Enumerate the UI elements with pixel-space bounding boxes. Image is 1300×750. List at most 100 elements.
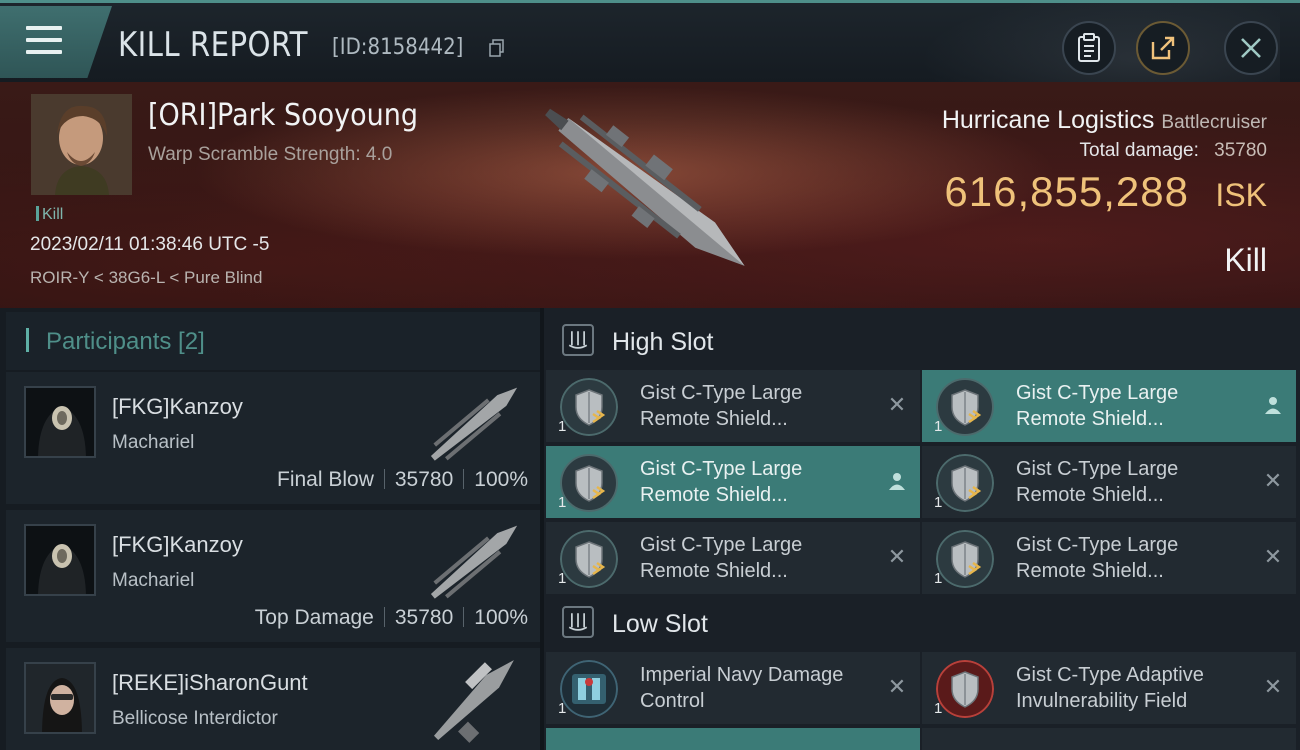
top-bar: KILL REPORT [ID:8158442] xyxy=(0,0,1300,113)
module-name: Imperial Navy Damage Control xyxy=(640,664,844,712)
module-tile[interactable]: 1 Gist C-Type Large Remote Shield... ✕ xyxy=(922,446,1296,518)
isk-amount: 616,855,288 xyxy=(944,168,1189,215)
participant-avatar xyxy=(24,524,96,596)
participant-row[interactable]: [FKG]Kanzoy Machariel Top Damage 35780 100… xyxy=(6,510,540,642)
hamburger-menu-icon xyxy=(26,26,62,56)
share-button[interactable] xyxy=(1136,21,1190,75)
clipboard-icon xyxy=(1078,33,1100,62)
victim-ship-name[interactable]: Hurricane Logistics Battlecruiser xyxy=(942,106,1267,135)
destroyed-x-icon: ✕ xyxy=(1263,544,1283,569)
participants-header: Participants [2] xyxy=(6,312,540,370)
module-tile[interactable]: 1 Gist C-Type Large Remote Shield... ✕ xyxy=(546,370,920,442)
module-name: Gist C-Type Large Remote Shield... xyxy=(1016,534,1179,582)
participants-panel: Participants [2] [FKG]Kanzoy Machariel F… xyxy=(0,308,540,750)
module-icon xyxy=(560,530,618,588)
total-damage: Total damage: 35780 xyxy=(1080,140,1267,162)
helmet-portrait-image xyxy=(26,526,94,594)
participant-ship-image xyxy=(433,660,514,743)
pilot-portrait-image xyxy=(31,94,132,195)
module-tile[interactable]: 1 Gist C-Type Large Remote Shield... xyxy=(546,446,920,518)
menu-button[interactable] xyxy=(0,6,112,78)
victim-portrait[interactable] xyxy=(31,94,132,195)
module-quantity: 1 xyxy=(558,570,567,587)
participant-ship-image xyxy=(430,387,518,461)
kill-banner: [ORI]Park Sooyoung Warp Scramble Strengt… xyxy=(0,82,1300,308)
module-tile[interactable] xyxy=(546,728,920,750)
destroyed-x-icon: ✕ xyxy=(887,392,907,417)
module-icon xyxy=(936,530,994,588)
participant-percent: 100% xyxy=(474,606,528,629)
low-slot-icon xyxy=(562,606,594,638)
victim-ship-class: Battlecruiser xyxy=(1161,112,1267,133)
isk-value: 616,855,288 ISK xyxy=(944,168,1267,216)
module-icon xyxy=(560,660,618,718)
participant-avatar: ★ xyxy=(24,662,96,734)
participant-percent: 100% xyxy=(474,468,528,491)
victim-ship-image xyxy=(545,108,745,266)
participant-damage: 35780 xyxy=(394,468,454,491)
module-icon xyxy=(560,454,618,512)
destroyed-x-icon: ✕ xyxy=(1263,674,1283,699)
module-tile[interactable]: 1 Gist C-Type Large Remote Shield... ✕ xyxy=(922,522,1296,594)
module-tile[interactable]: 1 Gist C-Type Large Remote Shield... xyxy=(922,370,1296,442)
dropped-person-icon xyxy=(886,470,908,492)
participant-avatar xyxy=(24,386,96,458)
star-icon: ★ xyxy=(94,732,96,734)
header-accent xyxy=(26,328,29,352)
clipboard-button[interactable] xyxy=(1062,21,1116,75)
module-icon xyxy=(560,378,618,436)
kill-location[interactable]: ROIR-Y < 38G6-L < Pure Blind xyxy=(30,268,262,288)
helmet-portrait-image xyxy=(26,388,94,456)
module-name: Gist C-Type Large Remote Shield... xyxy=(640,382,803,430)
participant-stats: Final Blow 35780 100% xyxy=(277,468,528,492)
module-quantity: 1 xyxy=(558,494,567,511)
participant-row[interactable]: [FKG]Kanzoy Machariel Final Blow 35780 100… xyxy=(6,372,540,504)
total-damage-label: Total damage: xyxy=(1079,140,1199,161)
fitting-panel: High Slot 1 Gist C-Type Large Remote Shie… xyxy=(544,308,1300,750)
participants-title: Participants [2] xyxy=(46,328,205,355)
module-quantity: 1 xyxy=(934,570,943,587)
participant-role: Final Blow xyxy=(277,468,374,491)
high-slot-title: High Slot xyxy=(612,328,714,356)
module-icon xyxy=(936,454,994,512)
divider xyxy=(463,469,465,489)
participant-stats: Top Damage 35780 100% xyxy=(255,606,528,630)
module-quantity: 1 xyxy=(558,418,567,435)
victim-ship-label: Hurricane Logistics xyxy=(941,106,1155,134)
participant-name: [FKG]Kanzoy xyxy=(112,394,243,419)
participant-name: [REKE]iSharonGunt xyxy=(112,670,308,695)
module-quantity: 1 xyxy=(934,700,943,717)
module-quantity: 1 xyxy=(558,700,567,717)
copy-icon[interactable] xyxy=(489,39,505,57)
divider xyxy=(463,607,465,627)
dropped-person-icon xyxy=(1262,394,1284,416)
close-button[interactable] xyxy=(1224,21,1278,75)
module-tile[interactable] xyxy=(922,728,1296,750)
destroyed-x-icon: ✕ xyxy=(887,544,907,569)
module-tile[interactable]: 1 Gist C-Type Adaptive Invulnerability Fi… xyxy=(922,652,1296,724)
participant-ship: Machariel xyxy=(112,570,195,591)
kill-datetime: 2023/02/11 01:38:46 UTC -5 xyxy=(30,234,270,255)
destroyed-x-icon: ✕ xyxy=(1263,468,1283,493)
divider xyxy=(383,607,385,627)
module-icon xyxy=(936,660,994,718)
participant-ship: Bellicose Interdictor xyxy=(112,708,278,729)
module-name: Gist C-Type Large Remote Shield... xyxy=(1016,458,1179,506)
low-slot-header: Low Slot xyxy=(544,594,1300,652)
module-quantity: 1 xyxy=(934,494,943,511)
module-name: Gist C-Type Large Remote Shield... xyxy=(1016,382,1179,430)
close-icon xyxy=(1241,38,1261,58)
kill-result: Kill xyxy=(1224,242,1267,278)
high-slot-header: High Slot xyxy=(544,312,1300,370)
victim-pilot-name[interactable]: [ORI]Park Sooyoung xyxy=(148,98,418,133)
participant-ship-image xyxy=(430,525,518,599)
participant-role: Top Damage xyxy=(254,606,374,629)
module-tile[interactable]: 1 Imperial Navy Damage Control ✕ xyxy=(546,652,920,724)
isk-unit: ISK xyxy=(1215,177,1267,213)
warp-scramble-strength: Warp Scramble Strength: 4.0 xyxy=(148,144,393,165)
share-icon xyxy=(1151,36,1175,60)
pilot-portrait-image xyxy=(26,664,94,732)
participant-ship: Machariel xyxy=(112,432,195,453)
module-tile[interactable]: 1 Gist C-Type Large Remote Shield... ✕ xyxy=(546,522,920,594)
participant-row[interactable]: ★ [REKE]iSharonGunt Bellicose Interdicto… xyxy=(6,648,540,750)
